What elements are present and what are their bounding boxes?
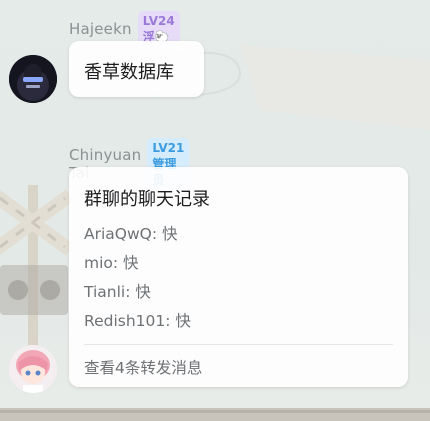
- avatar-image: [9, 55, 57, 103]
- view-forwarded-messages-link[interactable]: 查看4条转发消息: [84, 356, 202, 378]
- sender-name[interactable]: Hajeekn: [69, 20, 132, 38]
- divider: [84, 344, 393, 345]
- avatar[interactable]: [9, 345, 57, 393]
- forward-line: mio: 快: [84, 254, 139, 272]
- avatar[interactable]: [9, 55, 57, 103]
- forward-line: AriaQwQ: 快: [84, 225, 178, 243]
- forward-line: Tianli: 快: [84, 283, 151, 301]
- forward-line: Redish101: 快: [84, 312, 191, 330]
- message-bubble[interactable]: 香草数据库: [69, 41, 204, 97]
- forward-title: 群聊的聊天记录: [84, 189, 210, 210]
- forwarded-chat-card[interactable]: 群聊的聊天记录 AriaQwQ: 快 mio: 快 Tianli: 快 Redi…: [69, 167, 408, 387]
- message-text: 香草数据库: [84, 62, 174, 83]
- avatar-image: [9, 345, 57, 393]
